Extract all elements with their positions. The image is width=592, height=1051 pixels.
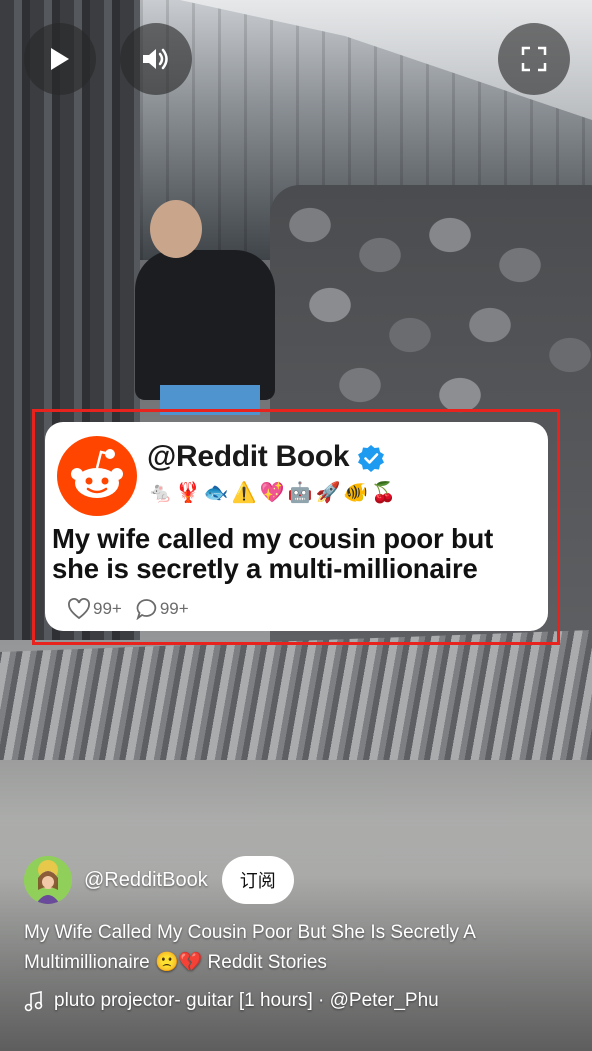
award-icon: 💖 xyxy=(259,482,285,504)
award-icon: 🐁 xyxy=(148,482,173,504)
likes-stat: 99+ xyxy=(67,598,122,620)
video-title: My Wife Called My Cousin Poor But She Is… xyxy=(24,918,564,978)
card-handle: @Reddit Book xyxy=(147,440,350,473)
card-stats: 99+ 99+ xyxy=(67,598,203,620)
award-icon: 🚀 xyxy=(315,482,341,504)
reddit-post-card: @Reddit Book 🐁 🦞 🐟 ⚠️ 💖 🤖 🚀 🐠 🍒 My wife … xyxy=(45,422,548,631)
volume-icon xyxy=(143,48,168,70)
music-note-icon xyxy=(24,991,43,1012)
award-icon: 🤖 xyxy=(287,482,313,504)
comment-icon xyxy=(136,599,156,620)
play-icon xyxy=(51,48,69,70)
music-track-link[interactable]: pluto projector- guitar [1 hours] · @Pet… xyxy=(24,990,439,1012)
worker-head xyxy=(150,200,202,258)
comments-count: 99+ xyxy=(159,599,189,618)
award-icon: ⚠️ xyxy=(231,482,257,504)
heart-icon xyxy=(68,598,90,620)
channel-avatar[interactable] xyxy=(24,856,72,904)
subscribe-button[interactable]: 订阅 xyxy=(221,856,294,904)
award-icon: 🦞 xyxy=(175,482,201,504)
award-icons-row: 🐁 🦞 🐟 ⚠️ 💖 🤖 🚀 🐠 🍒 xyxy=(148,480,396,506)
worker-figure xyxy=(135,250,275,400)
comments-stat: 99+ xyxy=(136,598,189,620)
award-icon: 🍒 xyxy=(371,482,397,504)
award-icon: 🐟 xyxy=(203,482,229,504)
video-title-emojis: 🙁💔 xyxy=(154,952,203,973)
fullscreen-icon xyxy=(521,46,547,72)
card-post-title: My wife called my cousin poor but she is… xyxy=(52,523,494,584)
music-track-label: pluto projector- guitar [1 hours] · @Pet… xyxy=(54,990,439,1011)
fullscreen-button[interactable] xyxy=(498,23,570,95)
volume-button[interactable] xyxy=(120,23,192,95)
video-title-suffix: Reddit Stories xyxy=(207,952,327,973)
reddit-logo-icon xyxy=(57,436,137,516)
award-icon: 🐠 xyxy=(343,482,369,504)
verified-badge-icon xyxy=(358,445,384,472)
channel-name[interactable]: @RedditBook xyxy=(84,869,208,892)
video-player[interactable]: @Reddit Book 🐁 🦞 🐟 ⚠️ 💖 🤖 🚀 🐠 🍒 My wife … xyxy=(0,0,592,1051)
likes-count: 99+ xyxy=(93,599,122,618)
play-button[interactable] xyxy=(24,23,96,95)
channel-row: @RedditBook 订阅 xyxy=(24,856,294,904)
